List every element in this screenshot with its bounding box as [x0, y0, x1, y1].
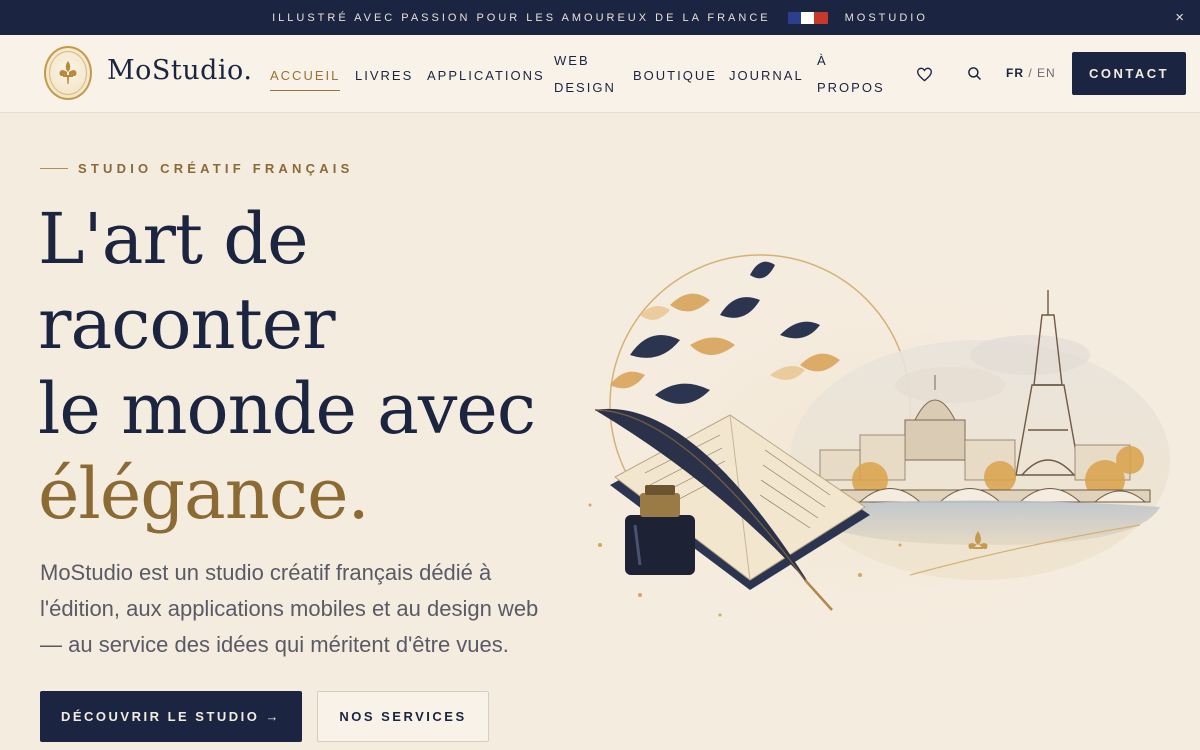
fleur-de-lis-logo-icon[interactable] [44, 46, 92, 100]
nav-applications[interactable]: APPLICATIONS [427, 68, 545, 83]
hero-eyebrow-text: STUDIO CRÉATIF FRANÇAIS [78, 161, 354, 176]
nav-boutique[interactable]: BOUTIQUE [633, 68, 717, 83]
announcement-brand: MOSTUDIO [844, 11, 928, 24]
heart-icon[interactable] [914, 64, 934, 84]
lang-en[interactable]: EN [1037, 66, 1056, 80]
close-icon[interactable]: × [1175, 9, 1184, 26]
eyebrow-divider [40, 168, 68, 169]
hero-title: L'art de raconter le monde avec élégance… [38, 197, 536, 537]
nav-accueil[interactable]: ACCUEIL [270, 68, 341, 91]
hero-title-accent: élégance. [38, 453, 370, 535]
nav-web-design[interactable]: WEB DESIGN [554, 47, 616, 101]
hero-eyebrow: STUDIO CRÉATIF FRANÇAIS [40, 161, 353, 176]
nav-livres[interactable]: LIVRES [355, 68, 413, 83]
hero-description: MoStudio est un studio créatif français … [40, 560, 539, 657]
lang-fr[interactable]: FR [1006, 66, 1024, 80]
nav-a-propos-line1: À [817, 53, 828, 68]
hero-title-line3: le monde avec [38, 368, 536, 450]
discover-studio-button[interactable]: DÉCOUVRIR LE STUDIO → [40, 691, 302, 742]
hero-title-line1: L'art de [38, 198, 309, 280]
contact-button[interactable]: CONTACT [1072, 52, 1186, 95]
paris-illustration [570, 254, 1170, 660]
hero-title-line2: raconter [38, 283, 336, 365]
announcement-text: ILLUSTRÉ AVEC PASSION POUR LES AMOUREUX … [272, 11, 771, 24]
logo-wordmark[interactable]: MoStudio. [107, 55, 252, 86]
nav-a-propos[interactable]: À PROPOS [817, 47, 885, 101]
nav-web-design-line1: WEB [554, 53, 590, 68]
nav-journal[interactable]: JOURNAL [729, 68, 804, 83]
nav-web-design-line2: DESIGN [554, 80, 616, 95]
our-services-button[interactable]: NOS SERVICES [317, 691, 489, 742]
search-icon[interactable] [964, 63, 984, 83]
lang-separator: / [1028, 66, 1033, 80]
site-header: MoStudio. ACCUEIL LIVRES APPLICATIONS WE… [0, 35, 1200, 113]
language-switcher: FR / EN [1006, 66, 1056, 80]
nav-a-propos-line2: PROPOS [817, 80, 885, 95]
french-flag-icon [787, 11, 828, 24]
announcement-bar: ILLUSTRÉ AVEC PASSION POUR LES AMOUREUX … [0, 0, 1200, 35]
